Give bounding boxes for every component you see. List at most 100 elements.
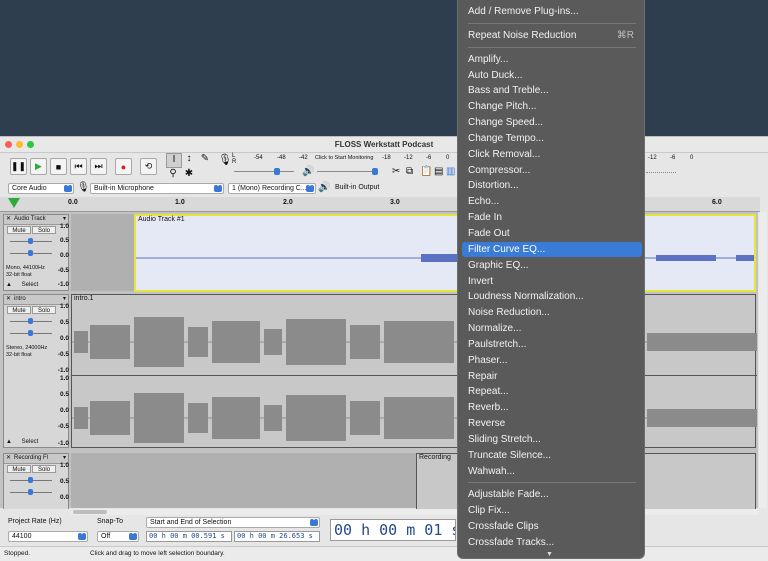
select-button[interactable]: Select (16, 438, 44, 446)
menu-item-fade-out[interactable]: Fade Out (462, 226, 642, 241)
skip-end-button[interactable]: ⏭ (90, 158, 107, 175)
vertical-scale[interactable]: 1.0 0.5 0.0 -0.5 -1.0 (52, 223, 69, 291)
mute-button[interactable]: Mute (7, 226, 31, 234)
menu-item-click-removal[interactable]: Click Removal... (462, 147, 642, 162)
paste-icon[interactable]: 📋 (420, 166, 432, 177)
menu-item-normalize[interactable]: Normalize... (462, 321, 642, 336)
audio-host-select[interactable]: Core Audio ⌃ (8, 183, 74, 194)
microphone-icon[interactable]: 🎙 (218, 153, 232, 166)
selection-start-time[interactable]: 00 h 00 m 00.591 s (146, 531, 232, 542)
clip-name[interactable]: intro.1 (72, 295, 755, 303)
menu-item-reverb[interactable]: Reverb... (462, 400, 642, 415)
audio-position-time[interactable]: 00 h 00 m 01 s (330, 519, 456, 541)
project-rate-select[interactable]: 44100 ⌃ (8, 531, 88, 542)
menu-item-wahwah[interactable]: Wahwah... (462, 464, 642, 479)
menu-item-paulstretch[interactable]: Paulstretch... (462, 337, 642, 352)
stop-button[interactable]: ■ (50, 158, 67, 175)
menu-item-loudness-normalization[interactable]: Loudness Normalization... (462, 289, 642, 304)
menu-item-change-speed[interactable]: Change Speed... (462, 115, 642, 130)
gain-slider-thumb[interactable] (28, 238, 33, 244)
audio-clip[interactable]: intro.1 (71, 294, 757, 448)
trim-icon[interactable]: ▤ (434, 166, 443, 177)
pan-slider-thumb[interactable] (28, 250, 33, 256)
record-meter[interactable]: LR -54 -48 -42 Click to Start Monitoring… (232, 153, 457, 165)
menu-item-truncate-silence[interactable]: Truncate Silence... (462, 448, 642, 463)
multi-tool-icon[interactable]: ✱ (182, 168, 196, 181)
menu-item-clip-fix[interactable]: Clip Fix... (462, 503, 642, 518)
menu-item-graphic-eq[interactable]: Graphic EQ... (462, 258, 642, 273)
menu-scroll-down-icon[interactable]: ▼ (546, 551, 553, 558)
selection-mode-select[interactable]: Start and End of Selection ⌃ (146, 517, 320, 528)
playback-speed-slider[interactable] (646, 170, 676, 173)
menu-item-amplify[interactable]: Amplify... (462, 52, 642, 67)
menu-item-sliding-stretch[interactable]: Sliding Stretch... (462, 432, 642, 447)
playback-volume-slider[interactable] (372, 168, 378, 175)
zoom-tool-icon[interactable]: ⚲ (166, 168, 180, 181)
pan-slider-thumb[interactable] (28, 330, 33, 336)
close-icon[interactable]: ✕ (6, 454, 11, 463)
menu-item-change-tempo[interactable]: Change Tempo... (462, 131, 642, 146)
close-icon[interactable]: ✕ (6, 215, 11, 224)
loop-button[interactable]: ⟲ (140, 158, 157, 175)
recording-channels-select[interactable]: 1 (Mono) Recording C... ⌃ (228, 183, 316, 194)
recording-device-select[interactable]: Built-in Microphone ⌃ (90, 183, 224, 194)
gain-slider-thumb[interactable] (28, 318, 33, 324)
menu-item-repeat-noise-reduction[interactable]: Repeat Noise Reduction ⌘R (462, 28, 642, 43)
scale-label: -0.5 (57, 423, 69, 430)
menu-item-noise-reduction[interactable]: Noise Reduction... (462, 305, 642, 320)
playback-device-select[interactable]: Built-in Output (332, 183, 456, 194)
play-head-triangle-icon[interactable] (8, 198, 20, 208)
vertical-scrollbar[interactable] (759, 212, 767, 508)
menu-item-filter-curve-eq[interactable]: Filter Curve EQ... (462, 242, 642, 257)
menu-item-distortion[interactable]: Distortion... (462, 178, 642, 193)
clip-name[interactable]: Audio Track #1 (136, 216, 754, 224)
menu-item-reverse[interactable]: Reverse (462, 416, 642, 431)
timeline-ruler[interactable]: 0.0 1.0 2.0 3.0 6.0 (0, 197, 760, 212)
snap-to-select[interactable]: Off ⌃ (97, 531, 139, 542)
click-to-start-monitoring[interactable]: Click to Start Monitoring (315, 155, 373, 161)
collapse-icon[interactable]: ▲ (6, 282, 12, 288)
select-button[interactable]: Select (16, 281, 44, 289)
copy-icon[interactable]: ⧉ (406, 166, 413, 177)
gain-slider-thumb[interactable] (28, 477, 33, 483)
pause-button[interactable]: ❚❚ (10, 158, 27, 175)
draw-tool-icon[interactable]: ✎ (198, 153, 212, 166)
recording-volume-slider[interactable] (274, 168, 280, 175)
track-info-format: Stereo, 24000Hz (6, 345, 48, 351)
vertical-scale[interactable]: 1.0 0.5 0.0 (52, 462, 69, 508)
pan-slider-thumb[interactable] (28, 489, 33, 495)
menu-item-crossfade-tracks[interactable]: Crossfade Tracks... (462, 535, 642, 550)
mute-button[interactable]: Mute (7, 465, 31, 473)
record-button[interactable]: ● (115, 158, 132, 175)
menu-item-invert[interactable]: Invert (462, 274, 642, 289)
play-button[interactable]: ▶ (30, 158, 47, 175)
menu-item-adjustable-fade[interactable]: Adjustable Fade... (462, 487, 642, 502)
menu-item-bass-treble[interactable]: Bass and Treble... (462, 83, 642, 98)
mute-label: Mute (12, 467, 26, 473)
menu-item-fade-in[interactable]: Fade In (462, 210, 642, 225)
silence-icon[interactable]: ▥ (446, 166, 455, 177)
vertical-scale[interactable]: 1.0 0.5 0.0 -0.5 -1.0 1.0 0.5 0.0 -0.5 -… (52, 303, 69, 448)
collapse-icon[interactable]: ▲ (6, 439, 12, 445)
menu-item-echo[interactable]: Echo... (462, 194, 642, 209)
menu-item-add-remove-plugins[interactable]: Add / Remove Plug-ins... (462, 4, 642, 19)
selection-end-time[interactable]: 00 h 00 m 26.653 s (234, 531, 320, 542)
mute-button[interactable]: Mute (7, 306, 31, 314)
menu-separator (468, 482, 636, 483)
scale-label: -1.0 (57, 281, 69, 288)
menu-item-crossfade-clips[interactable]: Crossfade Clips (462, 519, 642, 534)
menu-item-repair[interactable]: Repair (462, 369, 642, 384)
close-icon[interactable]: ✕ (6, 295, 11, 304)
envelope-tool-icon[interactable]: ↕ (182, 153, 196, 166)
audio-clip[interactable]: Audio Track #1 (134, 214, 756, 292)
horizontal-scrollbar[interactable] (71, 509, 759, 515)
cut-icon[interactable]: ✂ (392, 166, 400, 177)
menu-item-auto-duck[interactable]: Auto Duck... (462, 68, 642, 83)
selection-tool-icon[interactable]: I (166, 153, 182, 168)
menu-item-change-pitch[interactable]: Change Pitch... (462, 99, 642, 114)
menu-item-compressor[interactable]: Compressor... (462, 163, 642, 178)
menu-item-repeat[interactable]: Repeat... (462, 384, 642, 399)
menu-item-phaser[interactable]: Phaser... (462, 353, 642, 368)
horizontal-scrollbar-thumb[interactable] (73, 510, 107, 514)
skip-start-button[interactable]: ⏮ (70, 158, 87, 175)
